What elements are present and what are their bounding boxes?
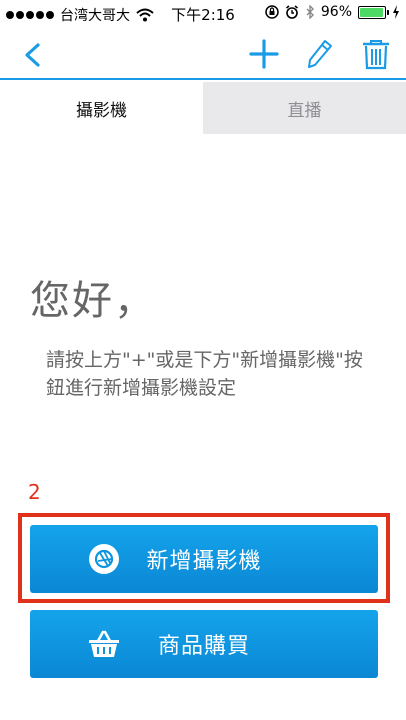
battery-icon (358, 5, 389, 19)
back-button[interactable] (14, 37, 50, 73)
nav-actions (246, 36, 394, 72)
tab-live[interactable]: 直播 (203, 82, 406, 134)
charging-icon (393, 5, 399, 19)
alarm-icon (285, 5, 298, 19)
status-bar: 台湾大哥大 下午2:16 96% (0, 0, 406, 28)
plus-icon (249, 39, 279, 69)
instruction-text: 請按上方"+"或是下方"新增攝影機"按鈕進行新增攝影機設定 (46, 349, 363, 399)
purchase-button[interactable]: 商品購買 (30, 610, 378, 678)
greeting-heading: 您好， (30, 278, 156, 324)
edit-button[interactable] (302, 36, 338, 72)
status-right: 96% (265, 4, 400, 20)
add-camera-button[interactable]: 新增攝影機 (30, 525, 378, 593)
rotation-lock-icon (265, 5, 279, 19)
pencil-icon (308, 40, 332, 68)
bluetooth-icon (306, 5, 314, 19)
battery-level (360, 7, 384, 17)
delete-button[interactable] (358, 36, 394, 72)
tab-bar: 攝影機 直播 (0, 82, 406, 134)
nav-bar (0, 28, 406, 80)
add-camera-label: 新增攝影機 (146, 549, 262, 574)
trash-icon (363, 40, 389, 70)
tab-cameras[interactable]: 攝影機 (0, 82, 203, 134)
battery-percent: 96% (320, 4, 352, 20)
chevron-left-icon (25, 43, 40, 67)
purchase-label: 商品購買 (157, 634, 250, 659)
annotation-number: 2 (28, 480, 41, 504)
add-button[interactable] (246, 36, 282, 72)
